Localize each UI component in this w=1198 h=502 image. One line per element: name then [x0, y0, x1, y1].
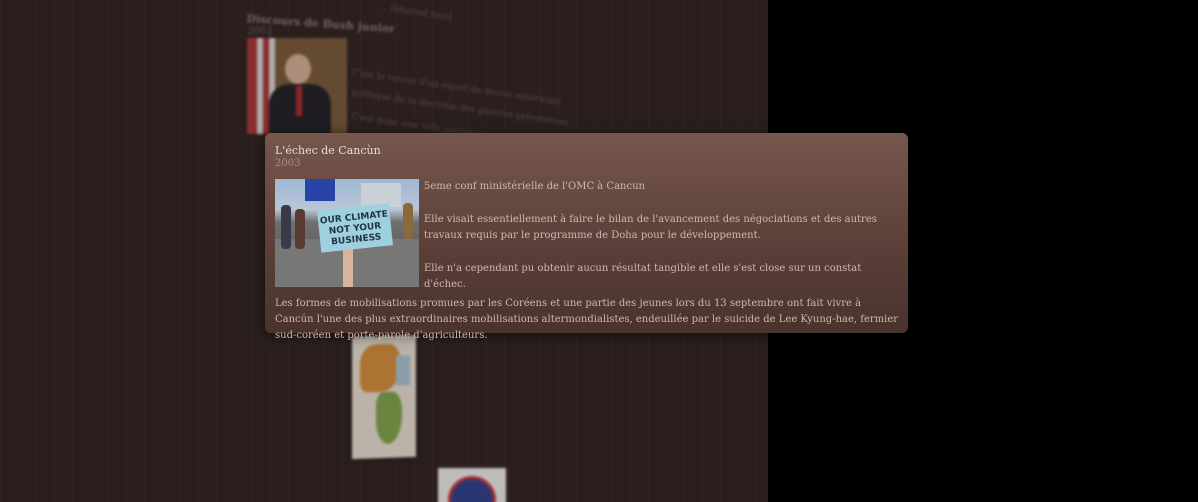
background-map-image[interactable] — [352, 334, 416, 460]
background-event-year: 2002 — [247, 26, 273, 37]
tooltip-paragraph: 5eme conf ministérielle de l'OMC à Cancu… — [424, 181, 645, 192]
tooltip-protest-photo: OUR CLIMATE NOT YOUR BUSINESS — [275, 179, 419, 287]
badge-circle — [448, 476, 496, 502]
background-badge-image[interactable] — [438, 468, 506, 502]
tooltip-paragraph: Elle visait essentiellement à faire le b… — [424, 214, 877, 241]
map-land-north — [360, 343, 400, 393]
background-top-text: ... [blurred text] — [378, 2, 453, 24]
photo-person — [403, 203, 413, 239]
photo-protester — [343, 249, 353, 287]
photo-protest-sign: OUR CLIMATE NOT YOUR BUSINESS — [317, 203, 393, 253]
map-sea — [396, 355, 410, 386]
tooltip-title: L'échec de Cancùn — [275, 144, 381, 157]
photo-person — [281, 205, 291, 249]
tooltip-paragraph: Elle n'a cependant pu obtenir aucun résu… — [424, 263, 862, 290]
map-land-south — [376, 391, 402, 445]
background-event-photo[interactable] — [247, 38, 347, 134]
photo-eu-flag — [305, 179, 335, 201]
photo-person — [295, 209, 305, 249]
tooltip-full-paragraph: Les formes de mobilisations promues par … — [275, 298, 899, 341]
photo-figure-tie — [296, 86, 302, 116]
event-tooltip: L'échec de Cancùn 2003 OUR CLIMATE NOT Y… — [265, 133, 908, 341]
photo-figure-head — [285, 54, 311, 84]
tooltip-year: 2003 — [275, 158, 301, 169]
